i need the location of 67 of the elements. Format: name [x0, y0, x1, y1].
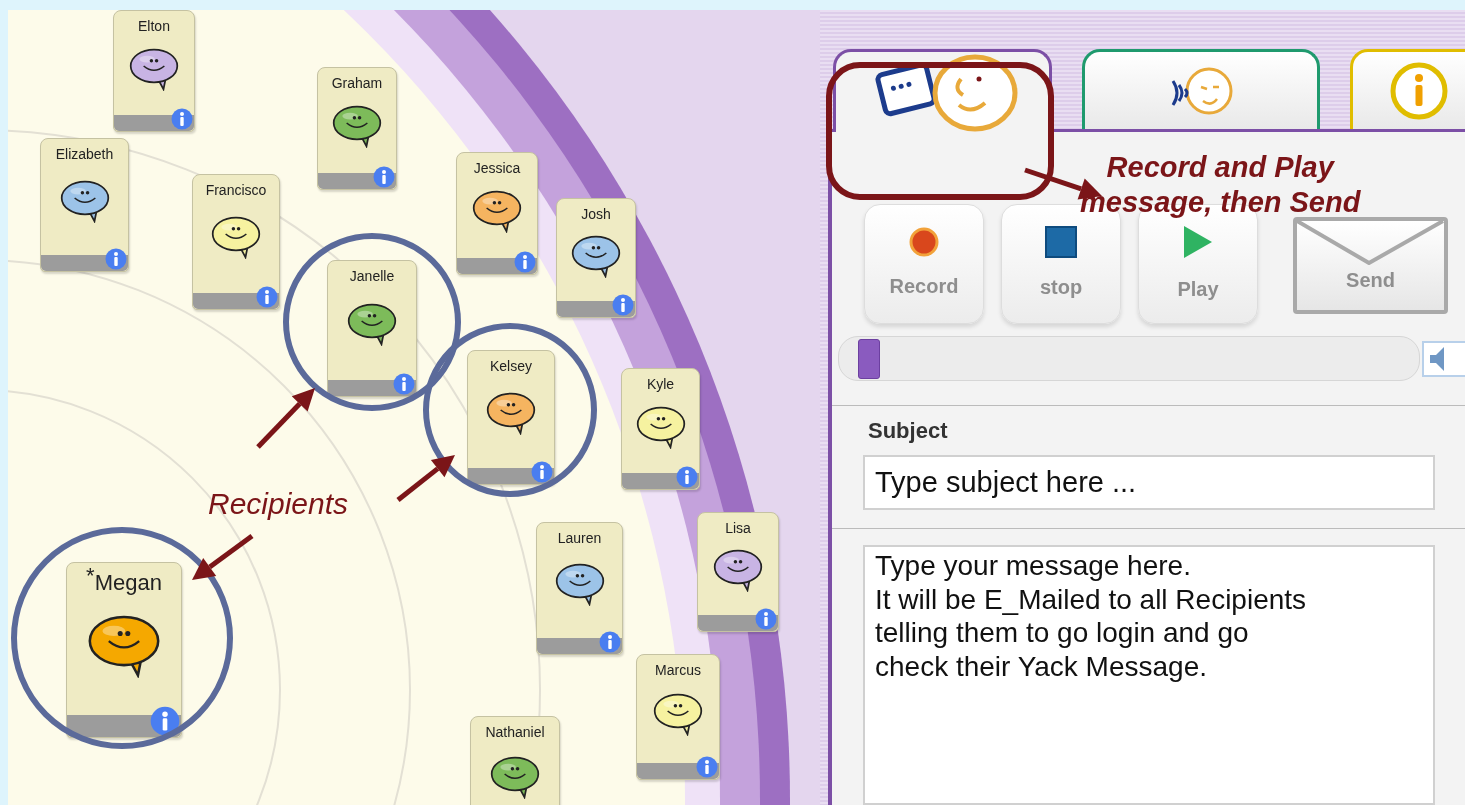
smiley-bubble-icon	[634, 404, 687, 449]
recipients-label: Recipients	[208, 486, 349, 522]
contact-card[interactable]: Francisco	[192, 174, 280, 310]
smiley-bubble-icon	[86, 613, 162, 679]
subject-field[interactable]: Type subject here ...	[863, 455, 1435, 510]
contact-name: Jessica	[473, 161, 521, 177]
info-icon	[599, 631, 621, 653]
contact-card[interactable]: Josh	[556, 198, 636, 318]
smiley-bubble-icon	[128, 46, 180, 91]
subject-label: Subject	[868, 417, 949, 445]
smiley-bubble-icon	[485, 390, 537, 435]
annotation-arrow	[396, 455, 455, 502]
contact-name: Kyle	[646, 377, 675, 393]
smiley-bubble-icon	[210, 215, 262, 260]
info-icon	[105, 248, 127, 270]
smiley-bubble-icon	[489, 755, 541, 800]
contact-name: Graham	[331, 76, 383, 92]
info-icon	[256, 286, 278, 308]
contact-card[interactable]: Lauren	[536, 522, 623, 655]
info-icon	[393, 373, 415, 395]
contact-card[interactable]: Jessica	[456, 152, 538, 275]
info-icon	[676, 466, 698, 488]
info-icon	[755, 608, 777, 630]
smiley-bubble-icon	[570, 233, 622, 278]
info-icon	[171, 108, 193, 130]
record-icon	[909, 227, 939, 257]
smiley-bubble-icon	[712, 547, 764, 592]
smiley-bubble-icon	[471, 188, 523, 233]
contact-card[interactable]: Marcus	[636, 654, 720, 780]
contact-name: Janelle	[349, 269, 395, 285]
contact-name: Elizabeth	[55, 147, 114, 163]
info-icon	[150, 706, 180, 736]
info-icon	[373, 166, 395, 188]
contact-name: Elton	[138, 19, 170, 35]
contact-card[interactable]: Kelsey	[467, 350, 555, 485]
smiley-bubble-icon	[58, 178, 111, 223]
info-icon	[531, 461, 553, 483]
tab[interactable]	[833, 49, 1052, 132]
smiley-bubble-icon	[652, 691, 704, 736]
contact-name: Lisa	[725, 521, 751, 537]
contact-card[interactable]: Kyle	[621, 368, 700, 490]
contact-name: Nathaniel	[485, 725, 545, 741]
info-icon	[1389, 60, 1449, 121]
contact-card[interactable]: Elizabeth	[40, 138, 129, 272]
annotation-arrow	[192, 534, 254, 580]
smiley-bubble-icon	[331, 103, 383, 148]
contact-name: Marcus	[655, 663, 701, 679]
info-icon	[696, 756, 718, 778]
contact-card[interactable]: Lisa	[697, 512, 779, 632]
play-icon	[1182, 224, 1214, 260]
annotation-arrow	[256, 388, 315, 449]
contact-card[interactable]: Elton	[113, 10, 195, 132]
contact-name: Kelsey	[490, 359, 532, 375]
envelope-flap-icon	[1297, 221, 1444, 265]
info-icon	[514, 251, 536, 273]
message-field[interactable]: Type your message here. It will be E_Mailed to all Recipients telling them to go login and go check their Yack Message.	[863, 545, 1435, 805]
contact-name: Lauren	[557, 531, 602, 547]
smiley-bubble-icon	[346, 301, 398, 346]
contact-card[interactable]: Nathaniel	[470, 716, 560, 805]
contact-name: Josh	[581, 207, 611, 223]
info-icon	[612, 294, 634, 316]
stop-icon	[1045, 226, 1077, 258]
contact-card[interactable]: Graham	[317, 67, 397, 190]
smiley-bubble-icon	[553, 562, 606, 607]
contact-name: Francisco	[205, 183, 267, 199]
slider-thumb[interactable]	[857, 339, 880, 379]
contact-card[interactable]: Janelle	[327, 260, 417, 397]
